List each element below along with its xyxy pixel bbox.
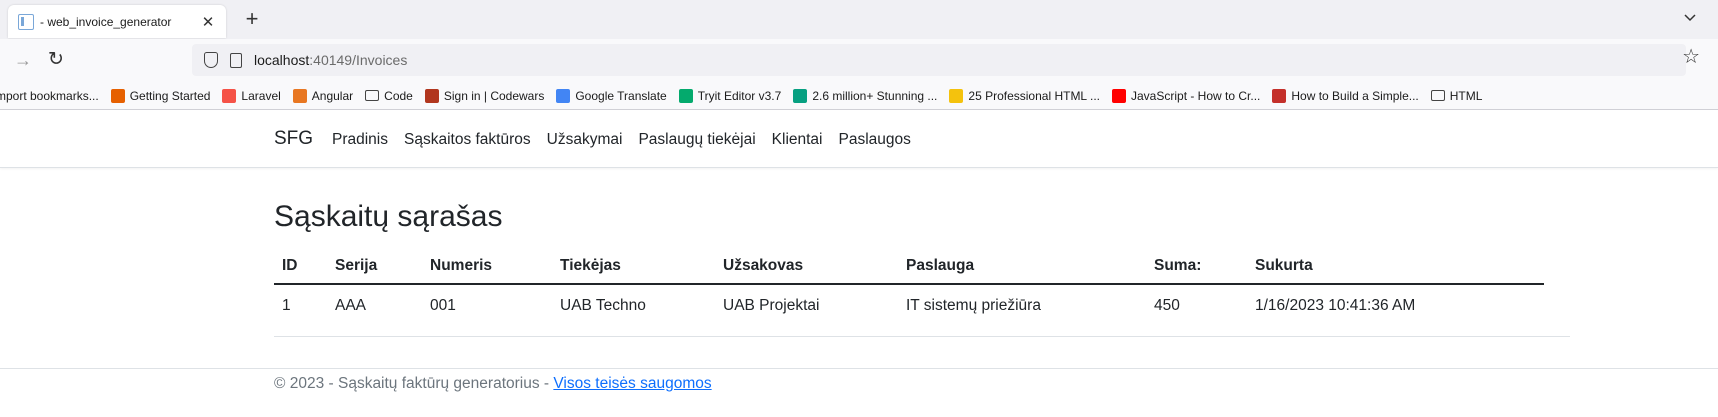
- table-body: 1 AAA 001 UAB Techno UAB Projektai IT sistemų…: [274, 284, 1544, 326]
- page-title: Sąskaitų sąrašas: [274, 200, 503, 233]
- favicon-icon: [424, 88, 439, 103]
- folder-icon: [365, 90, 380, 101]
- favicon-icon: [678, 88, 693, 103]
- bookmark-item[interactable]: 25 Professional HTML ...: [949, 88, 1100, 103]
- bookmark-label: Angular: [311, 88, 354, 103]
- favicon-icon: [1272, 88, 1287, 103]
- rights-link[interactable]: Visos teisės saugomos: [553, 375, 711, 392]
- shield-icon[interactable]: [204, 52, 218, 68]
- chevron-down-icon[interactable]: [1684, 11, 1696, 23]
- bookmark-item[interactable]: Code: [365, 89, 413, 103]
- browser-tab-bar: - web_invoice_generator ✕ +: [0, 0, 1718, 39]
- main-content: Sąskaitų sąrašas ID Serija Numeris Tiekėjas…: [274, 200, 1574, 326]
- column-header: ID: [274, 248, 327, 285]
- url-host: localhost: [254, 52, 310, 68]
- table-row: 1 AAA 001 UAB Techno UAB Projektai IT sistemų…: [274, 284, 1544, 326]
- favicon-icon: [556, 88, 571, 103]
- table-cell: 001: [430, 296, 456, 314]
- reload-icon[interactable]: ↻: [48, 48, 64, 71]
- page-info-icon[interactable]: [230, 52, 242, 68]
- page-icon: [18, 13, 34, 30]
- url-bar[interactable]: localhost:40149/Invoices: [192, 44, 1686, 76]
- table-cell: 1: [282, 296, 291, 314]
- nav-link[interactable]: Sąskaitos faktūros: [404, 131, 531, 149]
- footer-text: © 2023 - Sąskaitų faktūrų generatorius -…: [274, 375, 712, 393]
- nav-link[interactable]: Užsakymai: [547, 131, 623, 149]
- bookmark-label: mport bookmarks...: [0, 88, 99, 103]
- bookmark-label: 2.6 million+ Stunning ...: [812, 88, 938, 103]
- bookmark-item[interactable]: Angular: [292, 88, 354, 103]
- browser-tab[interactable]: - web_invoice_generator ✕: [8, 5, 226, 38]
- bookmark-label: Tryit Editor v3.7: [697, 88, 782, 103]
- table-cell: 1/16/2023 10:41:36 AM: [1255, 296, 1416, 314]
- column-header: Suma:: [1146, 248, 1247, 285]
- favicon-icon: [110, 88, 125, 103]
- column-header: Sukurta: [1247, 248, 1544, 285]
- site-navbar: SFG Pradinis Sąskaitos faktūros Užsakymai P…: [0, 110, 1718, 168]
- bookmarks-bar: mport bookmarks... Getting Started Laravel…: [0, 82, 1718, 110]
- bookmark-item[interactable]: Google Translate: [556, 88, 667, 103]
- nav-link[interactable]: Paslaugos: [839, 131, 911, 149]
- bookmark-item[interactable]: Laravel: [222, 88, 281, 103]
- table-header-row: ID Serija Numeris Tiekėjas Užsakovas Paslauga…: [274, 248, 1544, 285]
- favicon-icon: [793, 88, 808, 103]
- url-path: :40149/Invoices: [309, 52, 408, 68]
- bookmark-item[interactable]: Tryit Editor v3.7: [678, 88, 782, 103]
- folder-icon: [1430, 90, 1445, 101]
- favicon-icon: [1112, 88, 1126, 103]
- table-cell: IT sistemų priežiūra: [906, 296, 1041, 314]
- bookmark-star-icon[interactable]: ☆: [1682, 44, 1700, 69]
- bookmark-label: Getting Started: [129, 88, 211, 103]
- table-cell: UAB Techno: [560, 296, 646, 314]
- nav-link[interactable]: Pradinis: [332, 131, 388, 149]
- close-icon[interactable]: ✕: [200, 13, 216, 31]
- table-cell: 450: [1154, 296, 1180, 314]
- favicon-icon: [949, 88, 964, 103]
- bookmark-item[interactable]: How to Build a Simple...: [1272, 88, 1419, 103]
- bookmark-label: HTML: [1449, 88, 1483, 103]
- column-header: Numeris: [422, 248, 552, 285]
- row-divider: [274, 336, 1570, 337]
- footer: © 2023 - Sąskaitų faktūrų generatorius -…: [0, 368, 1718, 417]
- bookmark-label: 25 Professional HTML ...: [968, 88, 1100, 103]
- bookmark-item[interactable]: Sign in | Codewars: [424, 88, 545, 103]
- column-header: Paslauga: [898, 248, 1146, 285]
- invoices-table: ID Serija Numeris Tiekėjas Užsakovas Paslauga…: [274, 248, 1544, 326]
- nav-link[interactable]: Paslaugų tiekėjai: [638, 131, 755, 149]
- new-tab-button[interactable]: +: [240, 7, 264, 31]
- forward-icon[interactable]: →: [14, 50, 32, 71]
- bookmark-label: Laravel: [241, 88, 281, 103]
- bookmark-item[interactable]: 2.6 million+ Stunning ...: [793, 88, 938, 103]
- bookmark-item[interactable]: JavaScript - How to Cr...: [1112, 88, 1261, 103]
- browser-toolbar: → ↻ localhost:40149/Invoices ☆: [0, 39, 1718, 82]
- favicon-icon: [292, 88, 307, 103]
- column-header: Serija: [327, 248, 422, 285]
- bookmark-item[interactable]: HTML: [1430, 88, 1483, 103]
- table-cell: UAB Projektai: [723, 296, 820, 314]
- bookmark-label: Code: [384, 88, 413, 103]
- bookmark-item[interactable]: Getting Started: [110, 88, 211, 103]
- bookmark-label: Google Translate: [575, 88, 667, 103]
- nav-links: Pradinis Sąskaitos faktūros Užsakymai Pasla…: [332, 131, 927, 149]
- favicon-icon: [222, 88, 237, 103]
- table-cell: AAA: [335, 296, 367, 314]
- copyright-text: © 2023 - Sąskaitų faktūrų generatorius -: [274, 375, 554, 392]
- column-header: Užsakovas: [715, 248, 898, 285]
- bookmark-item[interactable]: mport bookmarks...: [0, 89, 99, 103]
- bookmark-label: JavaScript - How to Cr...: [1131, 88, 1261, 103]
- brand-link[interactable]: SFG: [274, 128, 313, 150]
- tab-title: - web_invoice_generator: [40, 14, 172, 29]
- bookmark-label: How to Build a Simple...: [1291, 88, 1419, 103]
- bookmark-label: Sign in | Codewars: [443, 88, 545, 103]
- nav-link[interactable]: Klientai: [772, 131, 823, 149]
- column-header: Tiekėjas: [552, 248, 715, 285]
